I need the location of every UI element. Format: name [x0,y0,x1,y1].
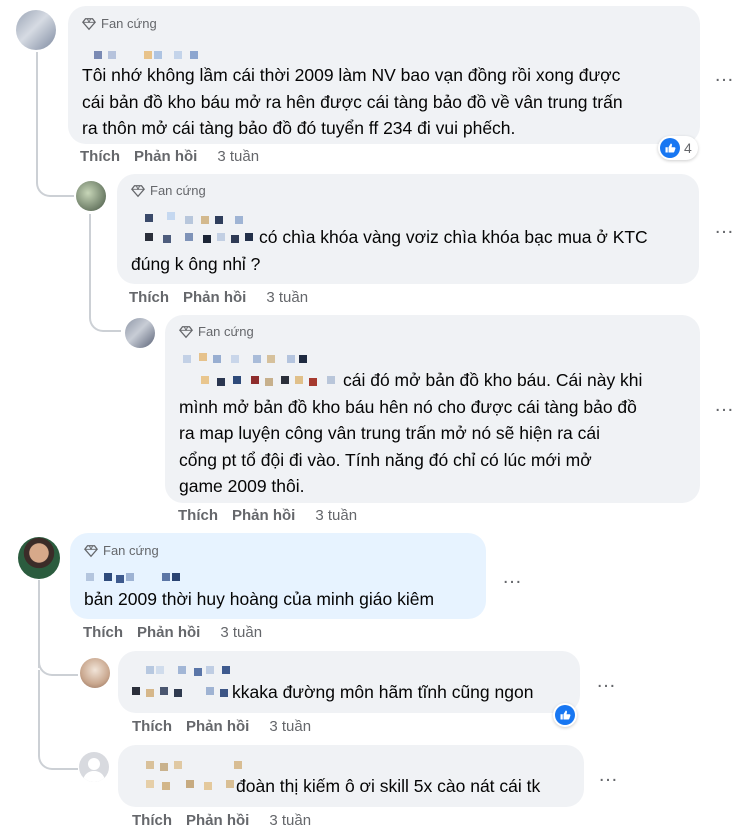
reply-button[interactable]: Phản hồi [186,718,249,735]
badge-label: Fan cứng [198,324,254,339]
reply-button[interactable]: Phản hồi [137,624,200,641]
timestamp[interactable]: 3 tuần [217,148,259,165]
like-reaction-icon [555,705,575,725]
fan-badge: Fan cứng [82,16,157,31]
author-name-censored[interactable] [132,684,232,698]
timestamp[interactable]: 3 tuần [269,812,311,829]
avatar[interactable] [16,10,56,50]
badge-label: Fan cứng [103,543,159,558]
more-options-icon[interactable]: … [502,567,523,587]
timestamp[interactable]: 3 tuần [220,624,262,641]
diamond-icon [131,184,145,197]
comment-text: kkaka đường môn hãm tĩnh cũng ngon [232,682,534,702]
comment-bubble: đoàn thị kiếm ô ơi skill 5x cào nát cái … [118,745,584,807]
thread-line [36,165,74,197]
timestamp[interactable]: 3 tuần [315,507,357,524]
like-button[interactable]: Thích [129,289,169,306]
diamond-icon [84,544,98,557]
comment-bubble: Fan cứng Tôi nhớ không lầm cái thời 2009… [68,6,700,144]
reply-button[interactable]: Phản hồi [186,812,249,829]
comment-actions: Thích Phản hồi 3 tuần [132,718,311,735]
author-name-censored[interactable] [146,777,246,791]
fan-badge: Fan cứng [131,183,206,198]
reply-button[interactable]: Phản hồi [183,289,246,306]
avatar[interactable] [18,537,60,579]
comment-text: Tôi nhớ không lầm cái thời 2009 làm NV b… [82,65,623,138]
like-button[interactable]: Thích [132,718,172,735]
author-name-censored[interactable] [86,571,186,585]
comment-actions: Thích Phản hồi 3 tuần [83,624,262,641]
thread-line [38,670,78,770]
more-options-icon[interactable]: … [596,671,617,691]
comment-actions: Thích Phản hồi 3 tuần [132,812,311,829]
more-options-icon[interactable]: … [714,65,735,85]
comment-bubble: Fan cứng bản 2009 thời huy hoàng của min… [70,533,486,619]
author-name-censored[interactable] [183,353,307,367]
like-button[interactable]: Thích [80,148,120,165]
author-name-censored[interactable] [146,759,246,773]
like-button[interactable]: Thích [83,624,123,641]
reply-button[interactable]: Phản hồi [232,507,295,524]
default-avatar-icon[interactable] [79,752,109,782]
avatar[interactable] [76,181,106,211]
thread-line [36,52,39,180]
badge-label: Fan cứng [150,183,206,198]
avatar[interactable] [125,318,155,348]
comment-actions: Thích Phản hồi 3 tuần [129,289,308,306]
comment-text: bản 2009 thời huy hoàng của minh giáo ki… [84,589,435,609]
comment-actions: Thích Phản hồi 3 tuần [178,507,357,524]
comment-bubble: Fan cứng cái đó mở bản đồ kho báu. Cái n… [165,315,700,503]
like-reaction-icon [660,138,680,158]
timestamp[interactable]: 3 tuần [266,289,308,306]
comment-actions: Thích Phản hồi 3 tuần [80,148,259,165]
more-options-icon[interactable]: … [598,765,619,785]
timestamp[interactable]: 3 tuần [269,718,311,735]
comment-text: có chìa khóa vàng vơiz chìa khóa bạc mua… [131,227,648,274]
author-name-censored[interactable] [94,48,204,62]
diamond-icon [179,325,193,338]
comment-text: cái đó mở bản đồ kho báu. Cái này khi mì… [179,370,643,496]
more-options-icon[interactable]: … [714,395,735,415]
fan-badge: Fan cứng [179,324,254,339]
comment-text: đoàn thị kiếm ô ơi skill 5x cào nát cái … [236,776,541,796]
diamond-icon [82,17,96,30]
reaction-count[interactable] [553,703,577,727]
comment-bubble: Fan cứng có chìa khóa vàng vơiz chìa khó… [117,174,699,284]
avatar[interactable] [80,658,110,688]
badge-label: Fan cứng [101,16,157,31]
like-button[interactable]: Thích [178,507,218,524]
like-button[interactable]: Thích [132,812,172,829]
reply-button[interactable]: Phản hồi [134,148,197,165]
more-options-icon[interactable]: … [714,217,735,237]
fan-badge: Fan cứng [84,543,159,558]
author-name-censored[interactable] [146,664,246,678]
comment-bubble: kkaka đường môn hãm tĩnh cũng ngon [118,651,580,713]
reaction-count[interactable]: 4 [658,136,698,160]
